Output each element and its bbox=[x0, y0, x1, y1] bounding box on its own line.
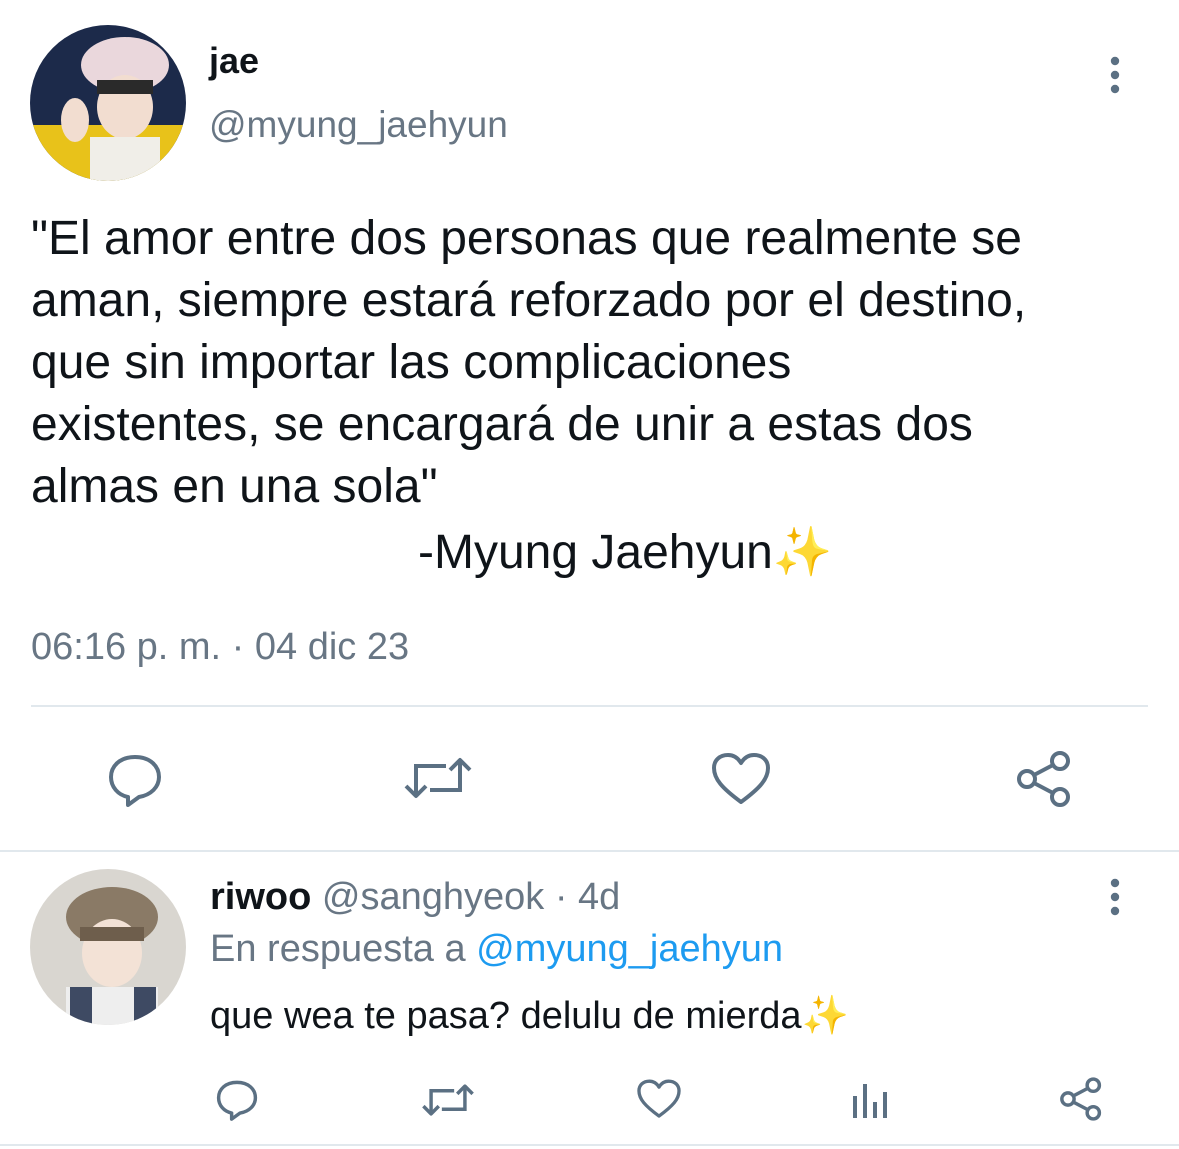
reply-icon[interactable] bbox=[214, 1078, 260, 1122]
tweet-line: "El amor entre dos personas que realment… bbox=[31, 212, 1022, 265]
tweet-line: existentes, se encargará de unir a estas… bbox=[31, 398, 973, 451]
timestamp[interactable]: 06:16 p. m. · 04 dic 23 bbox=[31, 626, 409, 669]
reply-icon[interactable] bbox=[105, 752, 165, 808]
more-options-icon[interactable] bbox=[1104, 56, 1126, 96]
divider bbox=[0, 1144, 1179, 1146]
tweet-line: que sin importar las complicaciones bbox=[31, 336, 792, 389]
divider bbox=[31, 705, 1148, 707]
retweet-icon[interactable] bbox=[420, 1080, 476, 1120]
tweet-line: aman, siempre estará reforzado por el de… bbox=[31, 274, 1027, 327]
avatar[interactable] bbox=[30, 25, 186, 181]
reply-header: riwoo @sanghyeok · 4d bbox=[210, 876, 620, 919]
more-options-icon[interactable] bbox=[1104, 878, 1126, 918]
share-icon[interactable] bbox=[1014, 750, 1074, 808]
tweet-line: almas en una sola" bbox=[31, 460, 438, 513]
share-icon[interactable] bbox=[1058, 1076, 1104, 1122]
divider bbox=[0, 850, 1179, 852]
reply-context: En respuesta a @myung_jaehyun bbox=[210, 928, 783, 971]
handle-time[interactable]: @sanghyeok · 4d bbox=[322, 876, 620, 918]
like-icon[interactable] bbox=[710, 752, 772, 806]
reply-to-handle[interactable]: @myung_jaehyun bbox=[476, 928, 783, 970]
like-icon[interactable] bbox=[636, 1078, 682, 1120]
reply-to-label: En respuesta a bbox=[210, 928, 466, 970]
tweet-signature: -Myung Jaehyun✨ bbox=[418, 526, 833, 579]
handle[interactable]: @myung_jaehyun bbox=[209, 104, 508, 146]
display-name[interactable]: jae bbox=[209, 40, 259, 82]
retweet-icon[interactable] bbox=[402, 752, 474, 804]
avatar[interactable] bbox=[30, 869, 186, 1025]
reply-text: que wea te pasa? delulu de mierda✨ bbox=[210, 995, 849, 1037]
analytics-icon[interactable] bbox=[850, 1080, 890, 1120]
display-name[interactable]: riwoo bbox=[210, 876, 311, 918]
tweet-text: "El amor entre dos personas que realment… bbox=[31, 208, 1171, 518]
